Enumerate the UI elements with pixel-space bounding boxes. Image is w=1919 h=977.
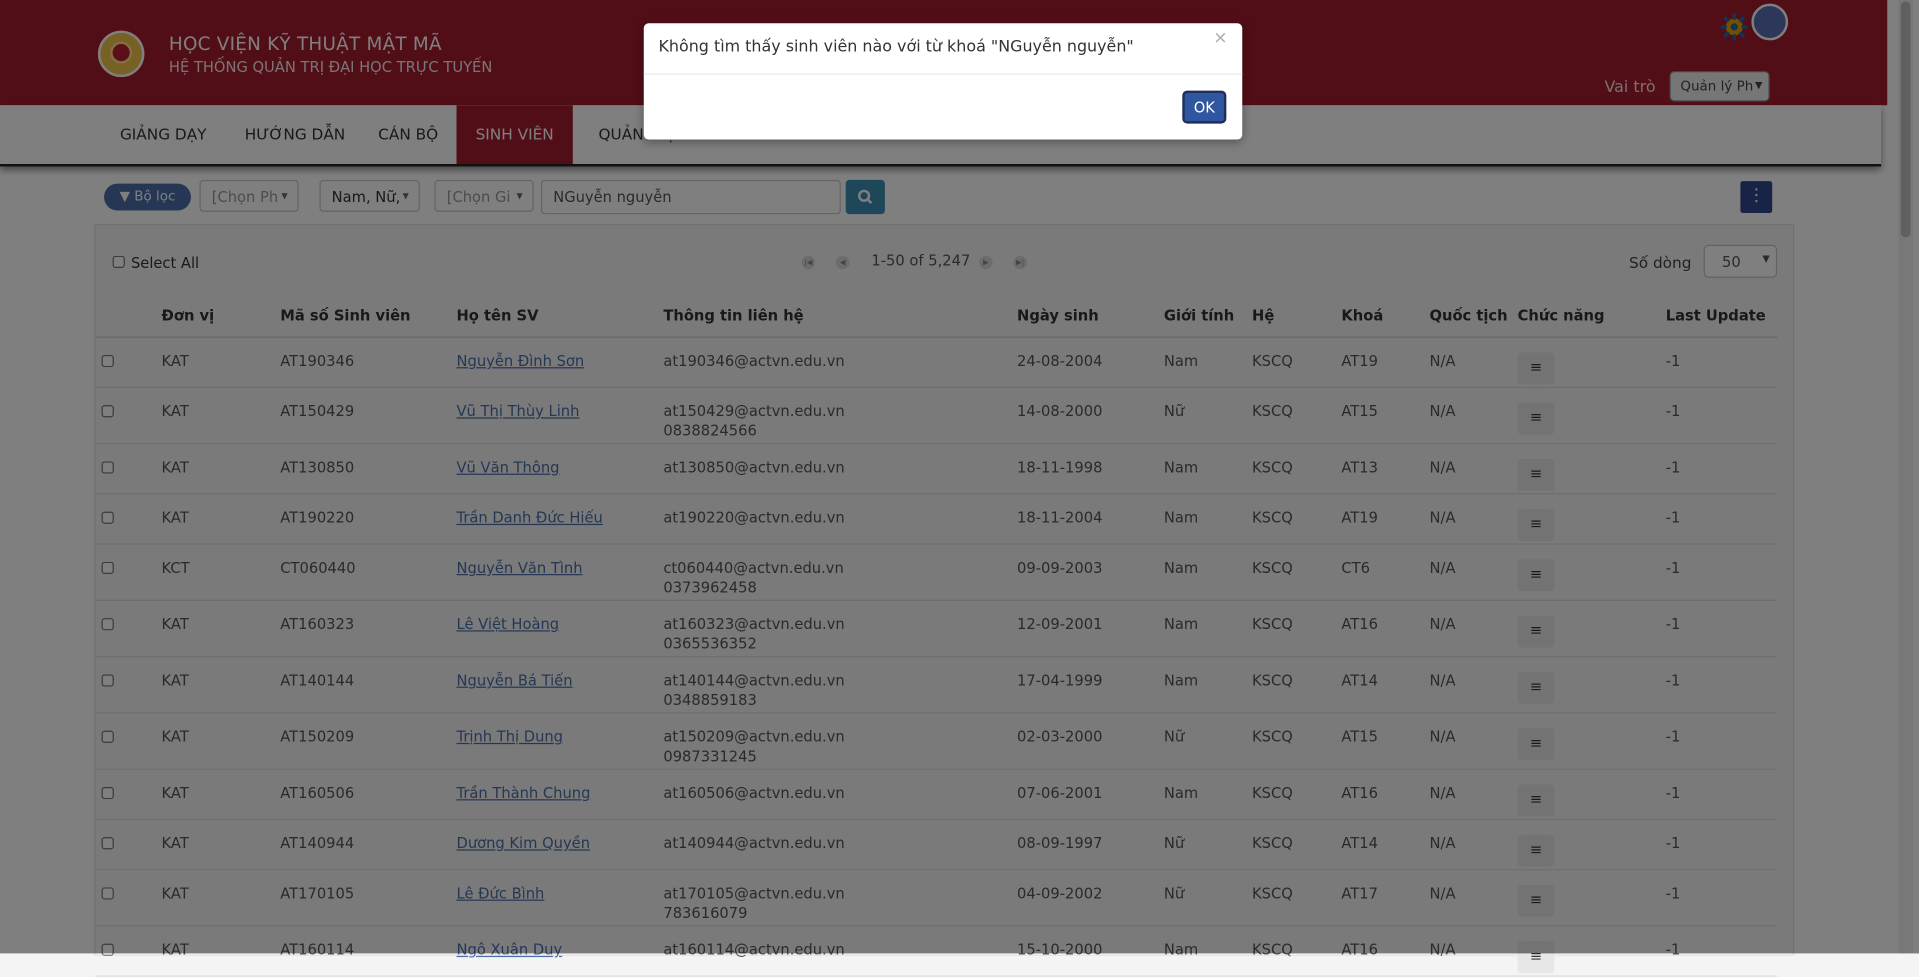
ok-button[interactable]: OK [1182, 90, 1227, 124]
alert-dialog: Không tìm thấy sinh viên nào với từ khoá… [643, 23, 1243, 140]
close-icon[interactable]: × [1213, 28, 1227, 48]
alert-message: Không tìm thấy sinh viên nào với từ khoá… [658, 37, 1134, 57]
dialog-divider [643, 73, 1243, 75]
modal-overlay [0, 0, 1919, 954]
app-root: HỌC VIỆN KỸ THUẬT MẬT MÃ HỆ THỐNG QUẢN T… [0, 0, 1919, 977]
